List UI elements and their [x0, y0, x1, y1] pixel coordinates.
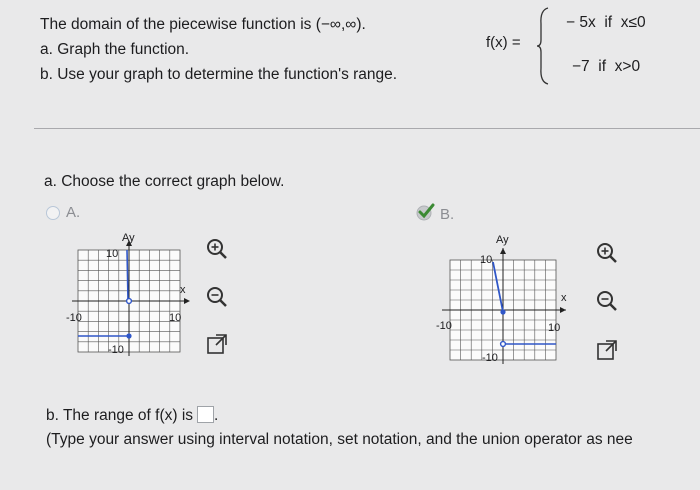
function-piece-2: −7 if x>0 [572, 58, 641, 75]
range-answer-input[interactable] [197, 406, 215, 423]
function-piece-1: − 5x if x≤0 [566, 14, 646, 31]
graph-a[interactable]: Ay 10 x -10 10 -10 [66, 232, 196, 362]
graph-a-pos10-label: 10 [169, 312, 182, 324]
graph-b-pos10-label: 10 [548, 322, 561, 334]
option-b-radio[interactable] [415, 202, 437, 222]
option-b-label: B. [440, 206, 455, 223]
expand-button-b[interactable] [594, 338, 620, 364]
graph-b-x-label: x [561, 292, 567, 304]
part-b-text: b. The range of f(x) is [46, 407, 194, 424]
section-divider [34, 128, 700, 129]
expand-icon [597, 340, 617, 360]
zoom-in-icon [597, 243, 617, 263]
zoom-in-button-a[interactable] [204, 236, 230, 262]
graph-b-top-label: 10 [480, 254, 493, 266]
function-lhs: f(x) = [486, 34, 521, 51]
checkmark-icon [416, 203, 435, 221]
question-intro: The domain of the piecewise function is … [40, 16, 366, 33]
option-a-radio[interactable] [46, 206, 60, 220]
part-b-instructions: (Type your answer using interval notatio… [46, 431, 633, 448]
expand-button-a[interactable] [204, 332, 230, 358]
graph-b-y-label: Ay [496, 234, 509, 246]
graph-a-neg10-label: -10 [66, 312, 82, 324]
expand-icon [207, 334, 227, 354]
part-a-prompt: a. Choose the correct graph below. [44, 173, 285, 190]
zoom-in-icon [207, 239, 227, 259]
zoom-out-button-a[interactable] [204, 284, 230, 310]
zoom-in-button-b[interactable] [594, 240, 620, 266]
graph-a-top-label: 10 [106, 248, 119, 260]
graph-b-neg10-label: -10 [436, 320, 452, 332]
graph-b-bottom-label: -10 [482, 352, 498, 364]
graph-a-bottom-label: -10 [108, 344, 124, 356]
left-brace [536, 7, 549, 85]
question-part-b: b. Use your graph to determine the funct… [40, 66, 398, 83]
part-b-period: . [214, 407, 219, 424]
graph-a-y-label: Ay [122, 232, 135, 244]
question-part-a: a. Graph the function. [40, 41, 190, 58]
zoom-out-button-b[interactable] [594, 288, 620, 314]
option-a-label: A. [66, 204, 81, 221]
part-b-row: b. The range of f(x) is. [46, 406, 218, 426]
graph-b[interactable]: Ay 10 x -10 10 -10 [436, 234, 576, 366]
graph-a-x-label: x [180, 284, 186, 296]
zoom-out-icon [207, 287, 227, 307]
zoom-out-icon [597, 291, 617, 311]
